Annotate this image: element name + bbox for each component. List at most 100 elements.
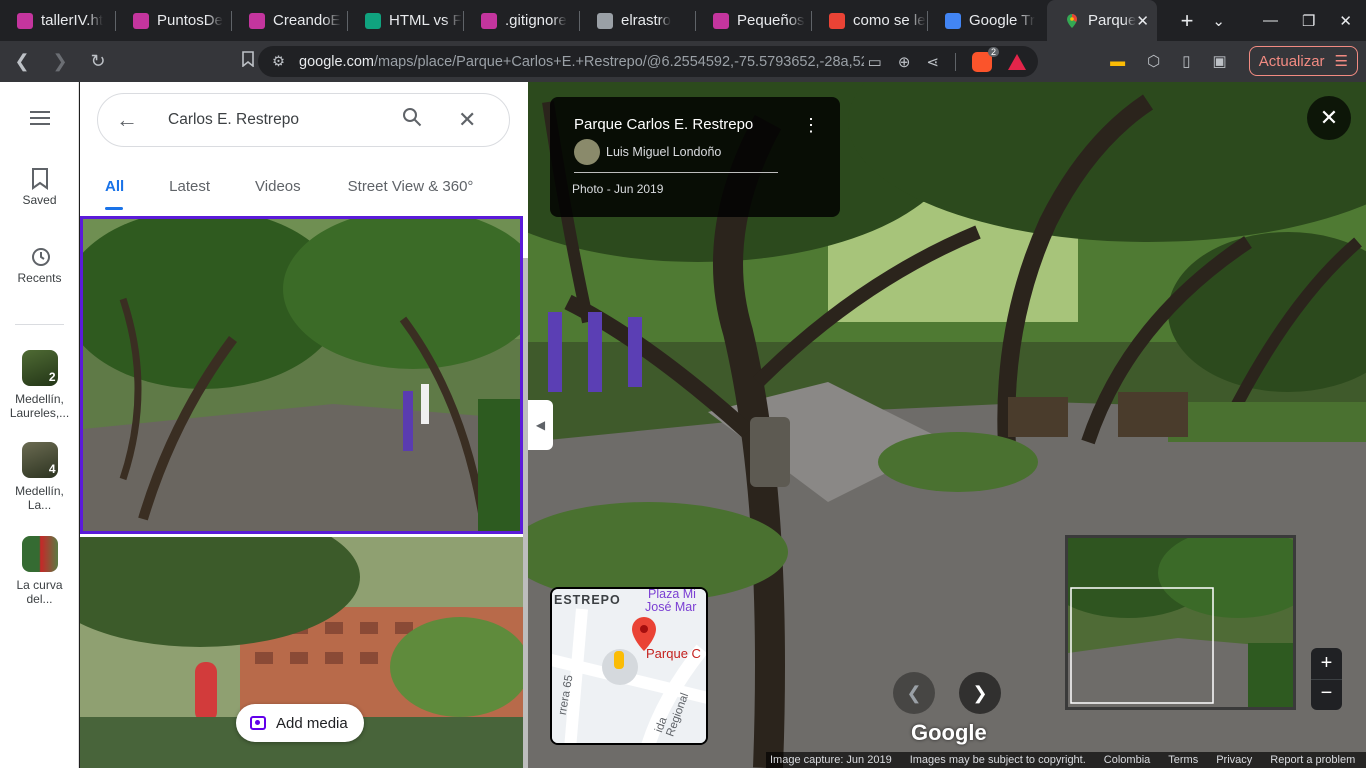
search-box[interactable]: ← Carlos E. Restrepo ✕ <box>97 93 510 147</box>
report-problem-link[interactable]: Report a problem <box>1270 754 1355 766</box>
tab-title: CreandoE <box>273 12 341 29</box>
brave-rewards-icon[interactable] <box>1008 54 1026 70</box>
recent-thumbnail: 2 <box>21 350 58 386</box>
tab-latest[interactable]: Latest <box>124 178 210 216</box>
tab-title: PuntosDe <box>157 12 223 29</box>
tab-videos[interactable]: Videos <box>210 178 301 216</box>
zoom-icon[interactable]: ⊕ <box>898 53 911 71</box>
mini-map[interactable]: ESTREPO Plaza Mi José Mar Parque C rrera… <box>550 587 708 745</box>
browser-tab[interactable]: .gitignore <box>464 0 579 41</box>
minimap-label: ESTREPO <box>554 593 621 607</box>
browser-tab[interactable]: HTML vs F <box>348 0 463 41</box>
minimize-icon[interactable]: — <box>1263 12 1278 29</box>
copyright-text: Images may be subject to copyright. <box>909 754 1086 766</box>
terms-link[interactable]: Terms <box>1168 754 1198 766</box>
tab-title: Pequeños <box>737 12 805 29</box>
tab-title: Parque <box>1088 12 1137 29</box>
recent-place-3[interactable]: La curva del... <box>0 536 79 606</box>
browser-tab[interactable]: Google Tr <box>928 0 1043 41</box>
rail-divider <box>15 324 64 325</box>
clear-icon[interactable]: ✕ <box>458 107 476 133</box>
photo-author[interactable]: Luis Miguel Londoño <box>574 139 778 173</box>
purple-app-icon <box>249 12 265 29</box>
photo-viewer[interactable]: ◀ Parque Carlos E. Restrepo ⋮ Luis Migue… <box>528 82 1366 768</box>
photo-overview[interactable] <box>1065 535 1296 710</box>
maps-rail: Saved Recents 2 Medellín, Laureles,... 4 … <box>0 82 79 768</box>
zoom-in-button[interactable]: + <box>1311 648 1342 679</box>
back-arrow-icon[interactable]: ← <box>116 107 140 133</box>
image-capture-text: Image capture: Jun 2019 <box>770 754 892 766</box>
back-icon[interactable]: ❮ <box>6 51 38 72</box>
menu-icon: ☰ <box>1334 53 1348 70</box>
sidebar-icon[interactable]: ▯ <box>1182 52 1190 70</box>
cast-icon[interactable]: ▭ <box>868 53 882 71</box>
tab-google-maps[interactable]: Parque ✕ <box>1047 0 1157 41</box>
site-settings-icon[interactable]: ⚙ <box>272 54 285 70</box>
brave-shields-icon[interactable]: 2 <box>972 47 999 72</box>
avatar <box>574 139 600 165</box>
privacy-link[interactable]: Privacy <box>1216 754 1252 766</box>
close-window-icon[interactable]: ✕ <box>1339 12 1352 30</box>
browser-tab-strip: tallerIV.ht PuntosDe CreandoE HTML vs F .git… <box>0 0 1366 41</box>
camera-icon <box>250 716 266 730</box>
previous-photo-button[interactable]: ❮ <box>893 672 935 714</box>
country-link[interactable]: Colombia <box>1104 754 1150 766</box>
minimap-label: Plaza Mi <box>648 587 696 601</box>
recents-label: Recents <box>17 271 62 285</box>
browser-tab[interactable]: tallerIV.ht <box>0 0 115 41</box>
search-icon[interactable] <box>402 107 426 133</box>
tab-search-icon[interactable]: ⌄ <box>1212 12 1225 30</box>
recent-thumbnail <box>21 536 58 572</box>
tab-title: como se le <box>853 12 926 29</box>
collapse-panel-button[interactable]: ◀ <box>528 400 553 450</box>
share-icon[interactable]: ⋖ <box>926 53 939 71</box>
forward-icon[interactable]: ❯ <box>44 51 76 72</box>
bookmark-outline-icon <box>31 168 48 190</box>
photo-thumbnail-selected[interactable] <box>80 216 523 534</box>
extensions-icon[interactable]: ⬡ <box>1147 52 1160 70</box>
google-logo: Google <box>911 720 987 745</box>
tab-street-view[interactable]: Street View & 360° <box>301 178 474 216</box>
tab-title: HTML vs F <box>389 12 462 29</box>
reload-icon[interactable]: ↻ <box>82 51 114 72</box>
update-button[interactable]: Actualizar ☰ <box>1248 46 1358 76</box>
search-input[interactable]: Carlos E. Restrepo <box>168 111 388 129</box>
browser-tab[interactable]: como se le <box>812 0 927 41</box>
browser-tab[interactable]: PuntosDe <box>116 0 231 41</box>
tab-all[interactable]: All <box>80 178 124 216</box>
browser-tab[interactable]: Pequeños <box>696 0 811 41</box>
new-tab-button[interactable]: + <box>1171 8 1203 34</box>
close-tab-icon[interactable]: ✕ <box>1136 12 1149 30</box>
restore-icon[interactable]: ❐ <box>1302 12 1315 30</box>
history-icon <box>31 248 50 266</box>
browser-tab[interactable]: CreandoE <box>232 0 347 41</box>
saved-label: Saved <box>22 193 57 207</box>
saved-button[interactable]: Saved <box>0 168 79 207</box>
recents-button[interactable]: Recents <box>0 246 79 285</box>
minimap-label: José Mar <box>645 600 697 614</box>
menu-button[interactable] <box>0 110 79 129</box>
photos-panel: ← Carlos E. Restrepo ✕ All Latest Videos… <box>80 82 528 768</box>
red-app-icon <box>829 12 845 29</box>
add-media-button[interactable]: Add media <box>236 704 364 742</box>
purple-app-icon <box>481 12 497 29</box>
viewer-footer: Image capture: Jun 2019 Images may be su… <box>766 752 1366 768</box>
address-bar[interactable]: ⚙ google.com/maps/place/Parque+Carlos+E.… <box>258 46 1038 77</box>
close-viewer-button[interactable]: ✕ <box>1307 96 1351 140</box>
purple-app-icon <box>133 12 149 29</box>
browser-tab[interactable]: elrastro <box>580 0 695 41</box>
minimap-label: Parque C <box>646 646 701 661</box>
next-photo-button[interactable]: ❯ <box>959 672 1001 714</box>
more-options-icon[interactable]: ⋮ <box>802 115 820 136</box>
purple-app-icon <box>17 12 33 29</box>
zoom-controls: + − <box>1311 648 1342 710</box>
wallet-flag-icon[interactable]: ▬ <box>1110 53 1125 70</box>
recent-place-2[interactable]: 4 Medellín, La... <box>0 442 79 512</box>
recent-place-1[interactable]: 2 Medellín, Laureles,... <box>0 350 79 420</box>
wallet-icon[interactable]: ▣ <box>1213 52 1227 70</box>
recent-thumbnail: 4 <box>21 442 58 478</box>
place-title[interactable]: Parque Carlos E. Restrepo <box>574 116 753 133</box>
zoom-out-button[interactable]: − <box>1311 679 1342 710</box>
photo-navigation: ❮ ❯ <box>893 672 1001 714</box>
tab-title: .gitignore <box>505 12 567 29</box>
